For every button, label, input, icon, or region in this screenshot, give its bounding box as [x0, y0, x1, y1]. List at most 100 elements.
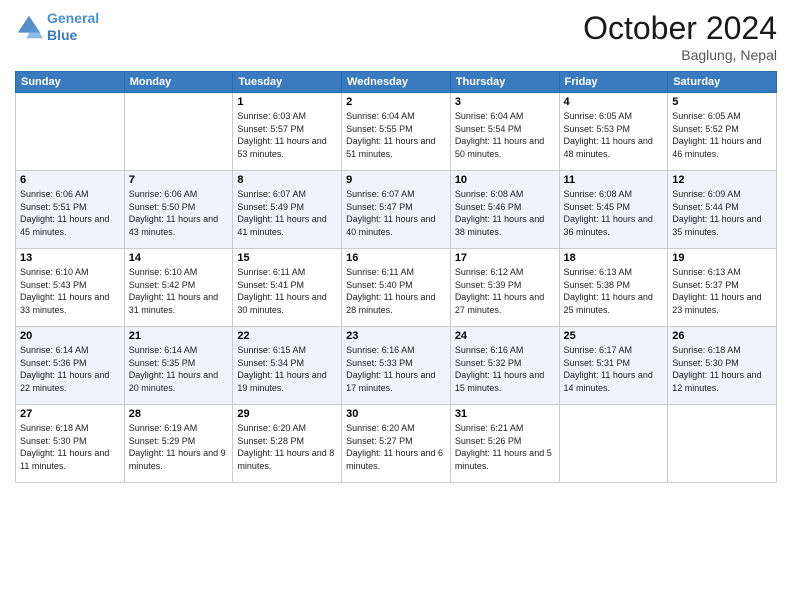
day-info: Sunrise: 6:11 AMSunset: 5:41 PMDaylight:… [237, 266, 337, 316]
day-number: 5 [672, 96, 772, 108]
day-cell: 24 Sunrise: 6:16 AMSunset: 5:32 PMDayligh… [450, 327, 559, 405]
logo-icon [15, 13, 43, 41]
day-info: Sunrise: 6:16 AMSunset: 5:32 PMDaylight:… [455, 344, 555, 394]
day-cell: 13 Sunrise: 6:10 AMSunset: 5:43 PMDayligh… [16, 249, 125, 327]
logo: General Blue [15, 10, 99, 44]
day-header-saturday: Saturday [668, 72, 777, 93]
day-cell [559, 405, 668, 483]
day-number: 2 [346, 96, 446, 108]
day-number: 17 [455, 252, 555, 264]
day-cell: 29 Sunrise: 6:20 AMSunset: 5:28 PMDayligh… [233, 405, 342, 483]
day-info: Sunrise: 6:14 AMSunset: 5:35 PMDaylight:… [129, 344, 229, 394]
day-cell: 20 Sunrise: 6:14 AMSunset: 5:36 PMDayligh… [16, 327, 125, 405]
day-cell: 4 Sunrise: 6:05 AMSunset: 5:53 PMDaylight… [559, 93, 668, 171]
day-info: Sunrise: 6:18 AMSunset: 5:30 PMDaylight:… [20, 422, 120, 472]
day-cell: 1 Sunrise: 6:03 AMSunset: 5:57 PMDaylight… [233, 93, 342, 171]
day-cell: 14Sunrise: 6:10 AMSunset: 5:42 PMDayligh… [124, 249, 233, 327]
day-info: Sunrise: 6:06 AMSunset: 5:50 PMDaylight:… [129, 188, 229, 238]
day-info: Sunrise: 6:08 AMSunset: 5:46 PMDaylight:… [455, 188, 555, 238]
day-header-wednesday: Wednesday [342, 72, 451, 93]
day-info: Sunrise: 6:10 AMSunset: 5:42 PMDaylight:… [129, 266, 229, 316]
day-number: 24 [455, 330, 555, 342]
logo-text: General Blue [47, 10, 99, 44]
day-info: Sunrise: 6:09 AMSunset: 5:44 PMDaylight:… [672, 188, 772, 238]
day-info: Sunrise: 6:12 AMSunset: 5:39 PMDaylight:… [455, 266, 555, 316]
day-number: 21 [129, 330, 229, 342]
week-row-2: 6 Sunrise: 6:06 AMSunset: 5:51 PMDaylight… [16, 171, 777, 249]
day-number: 3 [455, 96, 555, 108]
day-cell: 22 Sunrise: 6:15 AMSunset: 5:34 PMDayligh… [233, 327, 342, 405]
day-number: 9 [346, 174, 446, 186]
day-cell: 16 Sunrise: 6:11 AMSunset: 5:40 PMDayligh… [342, 249, 451, 327]
day-cell: 12 Sunrise: 6:09 AMSunset: 5:44 PMDayligh… [668, 171, 777, 249]
day-info: Sunrise: 6:20 AMSunset: 5:28 PMDaylight:… [237, 422, 337, 472]
day-cell: 8 Sunrise: 6:07 AMSunset: 5:49 PMDaylight… [233, 171, 342, 249]
day-info: Sunrise: 6:06 AMSunset: 5:51 PMDaylight:… [20, 188, 120, 238]
day-number: 6 [20, 174, 120, 186]
day-number: 20 [20, 330, 120, 342]
day-cell: 31Sunrise: 6:21 AMSunset: 5:26 PMDayligh… [450, 405, 559, 483]
day-cell: 15 Sunrise: 6:11 AMSunset: 5:41 PMDayligh… [233, 249, 342, 327]
header-row: SundayMondayTuesdayWednesdayThursdayFrid… [16, 72, 777, 93]
day-header-monday: Monday [124, 72, 233, 93]
day-number: 19 [672, 252, 772, 264]
day-cell [668, 405, 777, 483]
day-header-friday: Friday [559, 72, 668, 93]
day-info: Sunrise: 6:03 AMSunset: 5:57 PMDaylight:… [237, 110, 337, 160]
day-info: Sunrise: 6:14 AMSunset: 5:36 PMDaylight:… [20, 344, 120, 394]
day-number: 30 [346, 408, 446, 420]
day-cell: 9 Sunrise: 6:07 AMSunset: 5:47 PMDaylight… [342, 171, 451, 249]
day-cell: 25 Sunrise: 6:17 AMSunset: 5:31 PMDayligh… [559, 327, 668, 405]
day-number: 26 [672, 330, 772, 342]
day-info: Sunrise: 6:07 AMSunset: 5:49 PMDaylight:… [237, 188, 337, 238]
day-cell: 23 Sunrise: 6:16 AMSunset: 5:33 PMDayligh… [342, 327, 451, 405]
day-cell: 5 Sunrise: 6:05 AMSunset: 5:52 PMDaylight… [668, 93, 777, 171]
day-number: 16 [346, 252, 446, 264]
day-cell [124, 93, 233, 171]
day-number: 31 [455, 408, 555, 420]
day-number: 12 [672, 174, 772, 186]
week-row-5: 27Sunrise: 6:18 AMSunset: 5:30 PMDayligh… [16, 405, 777, 483]
day-number: 29 [237, 408, 337, 420]
day-cell: 7 Sunrise: 6:06 AMSunset: 5:50 PMDaylight… [124, 171, 233, 249]
day-number: 7 [129, 174, 229, 186]
day-number: 13 [20, 252, 120, 264]
day-cell: 18Sunrise: 6:13 AMSunset: 5:38 PMDayligh… [559, 249, 668, 327]
day-cell: 26 Sunrise: 6:18 AMSunset: 5:30 PMDayligh… [668, 327, 777, 405]
day-info: Sunrise: 6:20 AMSunset: 5:27 PMDaylight:… [346, 422, 446, 472]
day-header-sunday: Sunday [16, 72, 125, 93]
day-number: 22 [237, 330, 337, 342]
day-number: 4 [564, 96, 664, 108]
week-row-3: 13 Sunrise: 6:10 AMSunset: 5:43 PMDayligh… [16, 249, 777, 327]
day-info: Sunrise: 6:04 AMSunset: 5:54 PMDaylight:… [455, 110, 555, 160]
day-number: 23 [346, 330, 446, 342]
day-cell: 3 Sunrise: 6:04 AMSunset: 5:54 PMDaylight… [450, 93, 559, 171]
day-info: Sunrise: 6:15 AMSunset: 5:34 PMDaylight:… [237, 344, 337, 394]
day-number: 15 [237, 252, 337, 264]
day-number: 8 [237, 174, 337, 186]
day-info: Sunrise: 6:17 AMSunset: 5:31 PMDaylight:… [564, 344, 664, 394]
day-number: 18 [564, 252, 664, 264]
day-info: Sunrise: 6:04 AMSunset: 5:55 PMDaylight:… [346, 110, 446, 160]
day-info: Sunrise: 6:08 AMSunset: 5:45 PMDaylight:… [564, 188, 664, 238]
day-info: Sunrise: 6:05 AMSunset: 5:52 PMDaylight:… [672, 110, 772, 160]
day-info: Sunrise: 6:18 AMSunset: 5:30 PMDaylight:… [672, 344, 772, 394]
day-info: Sunrise: 6:13 AMSunset: 5:37 PMDaylight:… [672, 266, 772, 316]
day-header-thursday: Thursday [450, 72, 559, 93]
day-number: 1 [237, 96, 337, 108]
day-cell: 30 Sunrise: 6:20 AMSunset: 5:27 PMDayligh… [342, 405, 451, 483]
day-cell: 6 Sunrise: 6:06 AMSunset: 5:51 PMDaylight… [16, 171, 125, 249]
day-info: Sunrise: 6:11 AMSunset: 5:40 PMDaylight:… [346, 266, 446, 316]
week-row-1: 1 Sunrise: 6:03 AMSunset: 5:57 PMDaylight… [16, 93, 777, 171]
day-info: Sunrise: 6:05 AMSunset: 5:53 PMDaylight:… [564, 110, 664, 160]
month-title: October 2024 [583, 10, 777, 47]
day-cell: 10 Sunrise: 6:08 AMSunset: 5:46 PMDayligh… [450, 171, 559, 249]
day-number: 25 [564, 330, 664, 342]
day-header-tuesday: Tuesday [233, 72, 342, 93]
title-block: October 2024 Baglung, Nepal [583, 10, 777, 63]
day-info: Sunrise: 6:16 AMSunset: 5:33 PMDaylight:… [346, 344, 446, 394]
day-info: Sunrise: 6:10 AMSunset: 5:43 PMDaylight:… [20, 266, 120, 316]
day-number: 10 [455, 174, 555, 186]
day-cell: 19 Sunrise: 6:13 AMSunset: 5:37 PMDayligh… [668, 249, 777, 327]
day-info: Sunrise: 6:07 AMSunset: 5:47 PMDaylight:… [346, 188, 446, 238]
